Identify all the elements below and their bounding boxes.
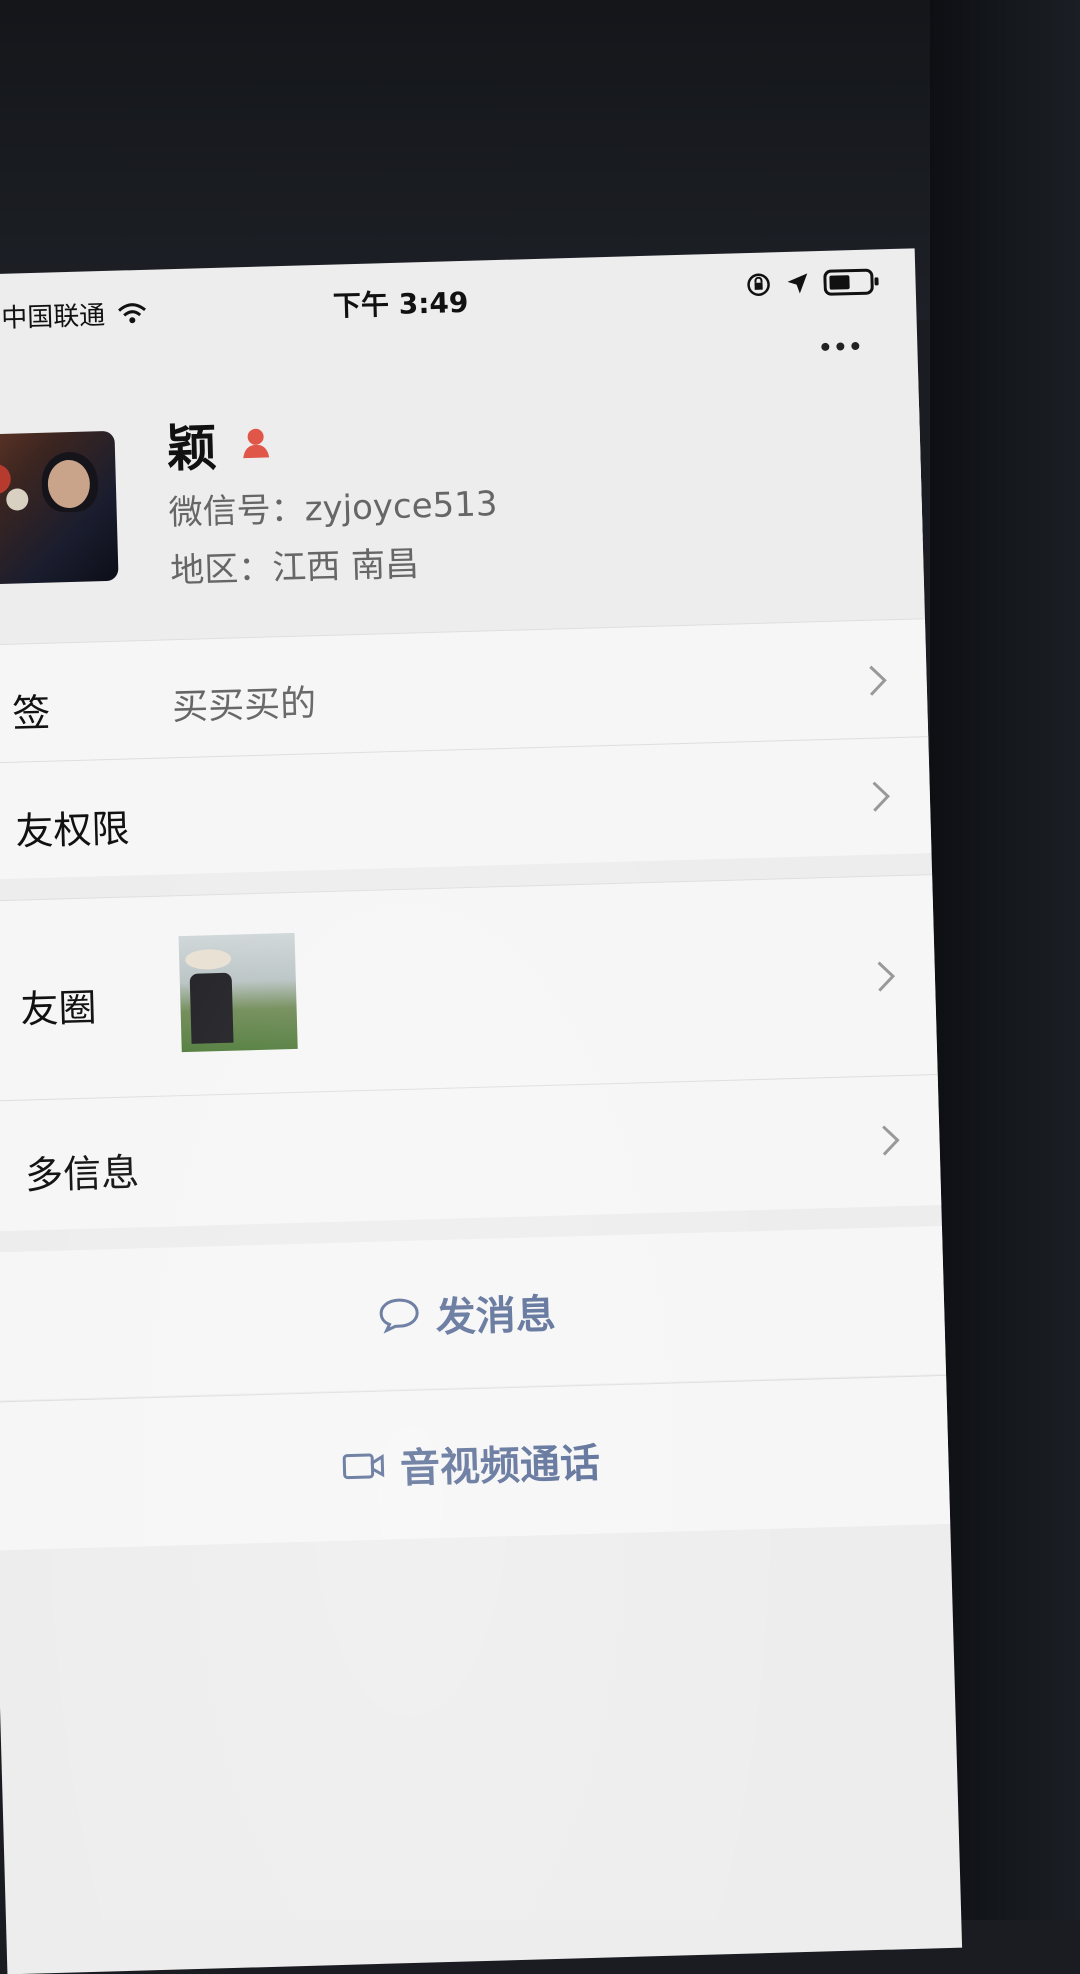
thumbnail-detail bbox=[184, 948, 232, 970]
cell-label: 友圈 bbox=[19, 985, 98, 1032]
cell-moments-permission[interactable]: 友权限 bbox=[0, 736, 932, 880]
video-call-button[interactable]: 音视频通话 bbox=[0, 1374, 951, 1551]
carrier-name: 中国联通 bbox=[0, 300, 106, 334]
profile-name-row: 颖 bbox=[166, 406, 274, 481]
more-dot bbox=[836, 342, 845, 351]
moments-thumbnail bbox=[178, 932, 298, 1053]
cell-moments[interactable]: 友圈 bbox=[0, 874, 938, 1102]
avatar-detail bbox=[5, 488, 29, 511]
chevron-right-icon bbox=[877, 961, 896, 992]
thumbnail-detail bbox=[189, 972, 234, 1044]
more-icon[interactable] bbox=[810, 328, 871, 366]
chevron-right-icon bbox=[882, 1125, 900, 1156]
rotation-lock-icon bbox=[747, 273, 770, 296]
cell-label: 签 bbox=[11, 690, 51, 736]
more-dot bbox=[851, 341, 860, 351]
more-dot bbox=[821, 342, 830, 351]
video-camera-icon bbox=[342, 1453, 384, 1480]
chevron-right-icon bbox=[869, 665, 887, 696]
battery-icon bbox=[823, 268, 879, 296]
profile-header: 颖 微信号：zyjoyce513 地区：江西 南昌 bbox=[0, 368, 925, 625]
avatar[interactable] bbox=[0, 430, 119, 586]
status-time: 下午 3:49 bbox=[332, 285, 469, 323]
cell-label: 友权限 bbox=[14, 806, 131, 854]
video-call-label: 音视频通话 bbox=[399, 1440, 601, 1493]
phone-screen: 中国联通 下午 3:49 颖 微信号：zyjoyce513 地区：江西 南昌 签… bbox=[0, 248, 963, 1974]
send-message-label: 发消息 bbox=[435, 1291, 557, 1342]
send-message-button[interactable]: 发消息 bbox=[0, 1225, 947, 1401]
chat-bubble-icon bbox=[379, 1298, 419, 1334]
location-arrow-icon bbox=[787, 273, 808, 294]
female-icon bbox=[243, 428, 270, 459]
cell-label: 多信息 bbox=[24, 1150, 140, 1198]
wechat-id: 微信号：zyjoyce513 bbox=[168, 484, 499, 534]
carrier-group: 中国联通 bbox=[1, 294, 148, 335]
cell-more-info[interactable]: 多信息 bbox=[0, 1074, 942, 1232]
wifi-icon bbox=[118, 302, 146, 323]
chevron-right-icon bbox=[872, 781, 891, 812]
cell-value: 买买买的 bbox=[171, 683, 317, 729]
region: 地区：江西 南昌 bbox=[169, 544, 420, 592]
profile-name: 颖 bbox=[166, 418, 218, 479]
status-icons bbox=[745, 267, 880, 299]
